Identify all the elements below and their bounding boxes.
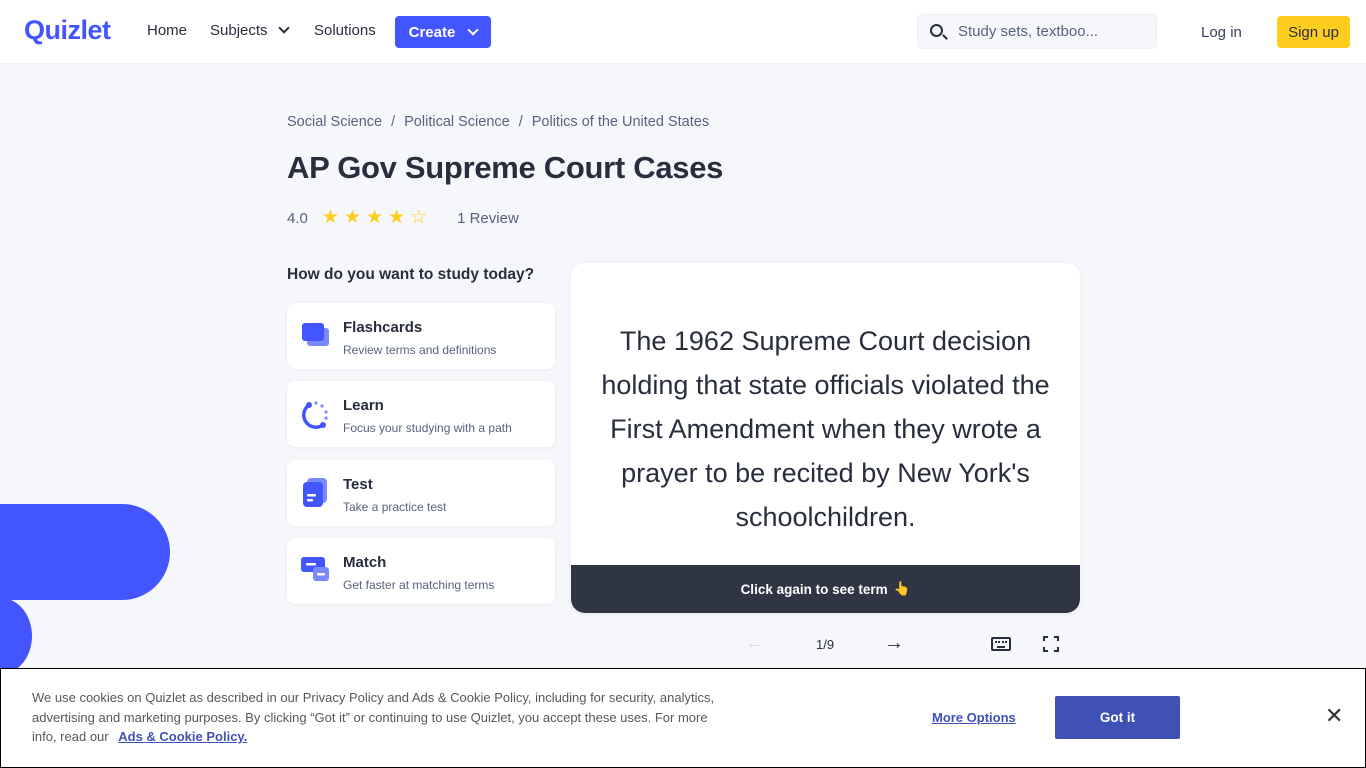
option-description: Take a practice test (343, 500, 447, 514)
flashcard[interactable]: The 1962 Supreme Court decision holding … (571, 263, 1080, 613)
nav-subjects-label: Subjects (210, 22, 268, 39)
option-description: Focus your studying with a path (343, 421, 512, 435)
signup-button[interactable]: Sign up (1277, 16, 1350, 48)
star-filled-icon: ★ (388, 207, 406, 228)
breadcrumb-item[interactable]: Politics of the United States (532, 114, 709, 130)
flashcards-icon (302, 323, 329, 346)
study-option-flashcards[interactable]: Flashcards Review terms and definitions (287, 303, 555, 369)
study-question: How do you want to study today? (287, 266, 535, 283)
next-arrow-icon[interactable]: → (884, 632, 904, 655)
chevron-down-icon (467, 23, 480, 36)
search-input[interactable] (958, 23, 1148, 40)
rating[interactable]: 4.0 ★ ★ ★ ★ ☆ 1 Review (287, 208, 519, 228)
flip-hint-text: Click again to see term (740, 581, 888, 597)
option-label: Match (343, 554, 387, 571)
star-filled-icon: ★ (343, 207, 361, 228)
create-button[interactable]: Create (395, 16, 491, 48)
nav-home-link[interactable]: Home (147, 22, 187, 39)
nav-subjects-dropdown[interactable]: Subjects (210, 22, 290, 39)
cookie-policy-link[interactable]: Ads & Cookie Policy. (118, 729, 247, 744)
login-link[interactable]: Log in (1201, 24, 1242, 41)
rating-value: 4.0 (287, 209, 308, 227)
star-empty-icon: ☆ (410, 207, 428, 228)
star-filled-icon: ★ (321, 207, 339, 228)
learn-icon (302, 401, 328, 429)
option-description: Review terms and definitions (343, 343, 497, 357)
breadcrumb: Social Science / Political Science / Pol… (287, 114, 709, 130)
close-icon[interactable]: ✕ (1325, 704, 1343, 728)
decorative-shape (0, 504, 170, 600)
search-box[interactable] (917, 14, 1157, 49)
card-counter: 1/9 (816, 637, 835, 652)
fullscreen-icon[interactable] (1043, 636, 1059, 652)
option-label: Test (343, 476, 373, 493)
cookie-banner: We use cookies on Quizlet as described i… (0, 668, 1366, 768)
keyboard-shortcuts-icon[interactable] (991, 637, 1011, 651)
breadcrumb-separator: / (518, 114, 523, 130)
breadcrumb-separator: / (391, 114, 396, 130)
previous-arrow-icon[interactable]: ← (745, 632, 765, 655)
page-title: AP Gov Supreme Court Cases (287, 150, 724, 185)
flashcard-controls: ← 1/9 → (571, 632, 1080, 656)
got-it-button[interactable]: Got it (1055, 696, 1180, 739)
study-option-match[interactable]: Match Get faster at matching terms (287, 538, 555, 604)
match-icon (301, 557, 329, 581)
flip-hint-bar[interactable]: Click again to see term 👆 (571, 565, 1080, 613)
cookie-message: We use cookies on Quizlet as described i… (32, 688, 732, 747)
test-icon (303, 478, 327, 507)
option-label: Flashcards (343, 319, 423, 336)
more-options-link[interactable]: More Options (932, 710, 1016, 725)
search-icon (918, 14, 958, 49)
create-label: Create (408, 23, 456, 41)
breadcrumb-item[interactable]: Political Science (404, 114, 510, 130)
quizlet-logo[interactable]: Quizlet (24, 15, 111, 46)
study-option-test[interactable]: Test Take a practice test (287, 460, 555, 526)
breadcrumb-item[interactable]: Social Science (287, 114, 382, 130)
review-count[interactable]: 1 Review (457, 210, 519, 227)
decorative-shape (0, 598, 32, 674)
option-description: Get faster at matching terms (343, 578, 495, 592)
chevron-down-icon (277, 22, 290, 34)
pointing-hand-icon: 👆 (893, 581, 911, 596)
study-option-learn[interactable]: Learn Focus your studying with a path (287, 381, 555, 447)
nav-solutions-link[interactable]: Solutions (314, 22, 376, 39)
star-filled-icon: ★ (365, 207, 383, 228)
option-label: Learn (343, 397, 384, 414)
flashcard-definition: The 1962 Supreme Court decision holding … (601, 326, 1050, 532)
top-navbar: Quizlet Home Subjects Solutions Create L… (0, 0, 1366, 64)
